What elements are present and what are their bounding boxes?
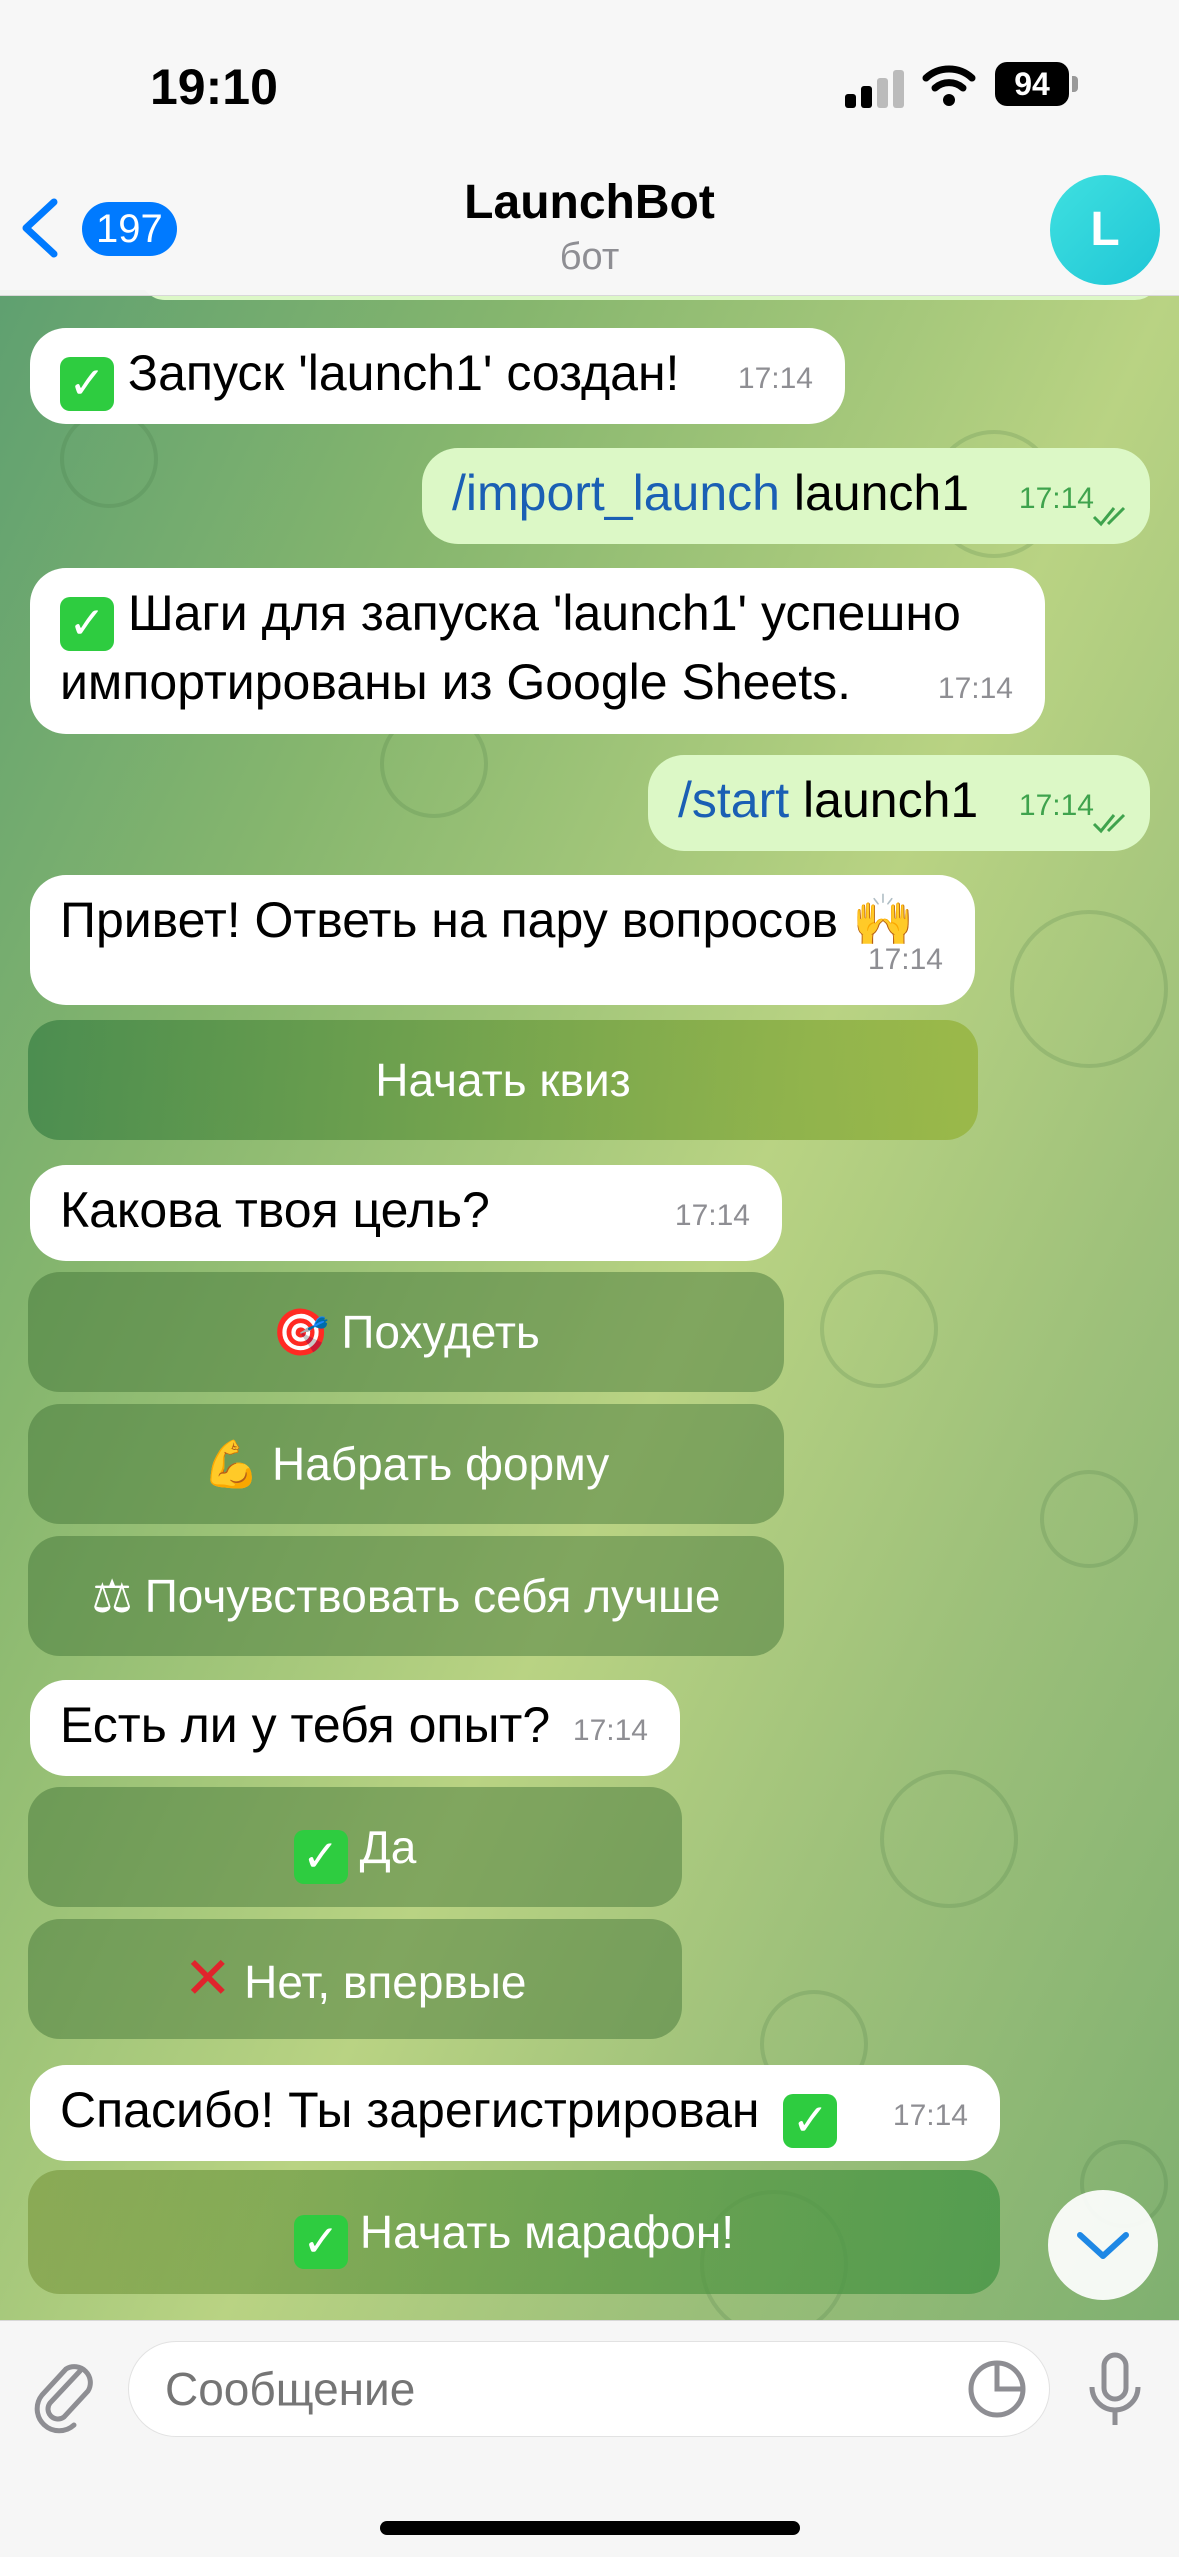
balance-scale-icon: ⚖ [91, 1570, 133, 1622]
status-time: 19:10 [150, 59, 278, 115]
experience-yes-button[interactable]: ✓ Да [28, 1787, 682, 1907]
message-input[interactable] [128, 2341, 1050, 2437]
cross-mark-icon: ✕ [183, 1946, 233, 2011]
goal-lose-weight-button[interactable]: 🎯 Похудеть [28, 1272, 784, 1392]
message-bubble: ✓ Шаги для запуска 'launch1' успешно имп… [30, 568, 1045, 734]
start-marathon-button[interactable]: ✓ Начать марафон! [28, 2170, 1000, 2294]
message-input-bar [0, 2320, 1179, 2557]
message-bubble: Есть ли у тебя опыт? 17:14 [30, 1680, 680, 1776]
check-mark-icon: ✓ [60, 597, 114, 651]
microphone-icon[interactable] [1080, 2349, 1150, 2433]
command-link[interactable]: /start [678, 772, 789, 828]
chat-title[interactable]: LaunchBot [0, 175, 1179, 230]
battery-indicator: 94 [995, 62, 1069, 106]
chat-background: ✓ Запуск 'launch1' создан! 17:14 /import… [0, 290, 1179, 2320]
wifi-icon [922, 65, 976, 106]
check-mark-icon: ✓ [60, 357, 114, 411]
message-bubble: Спасибо! Ты зарегистрирован ✓ 17:14 [30, 2065, 1000, 2161]
chat-subtitle: бот [559, 236, 620, 278]
scroll-to-bottom-button[interactable] [1048, 2190, 1158, 2300]
read-checkmarks-icon [1092, 506, 1126, 527]
check-mark-icon: ✓ [293, 1830, 348, 1884]
goal-feel-better-button[interactable]: ⚖ Почувствовать себя лучше [28, 1536, 784, 1656]
goal-get-fit-button[interactable]: 💪 Набрать форму [28, 1404, 784, 1524]
start-quiz-button[interactable]: Начать квиз [28, 1020, 978, 1140]
sticker-icon[interactable] [965, 2357, 1029, 2421]
navigation-header: 19:10 94 197 LaunchBot бот L [0, 0, 1179, 296]
outgoing-message-bubble: /start launch1 17:14 [648, 755, 1150, 851]
message-bubble: ✓ Запуск 'launch1' создан! 17:14 [30, 328, 845, 424]
chevron-down-icon [1077, 2232, 1129, 2259]
check-mark-icon: ✓ [783, 2094, 838, 2148]
target-icon: 🎯 [272, 1306, 330, 1358]
avatar[interactable]: L [1050, 175, 1160, 285]
paperclip-icon[interactable] [30, 2351, 100, 2435]
home-indicator [380, 2521, 800, 2535]
battery-tip [1072, 76, 1078, 92]
cellular-signal-icon [845, 68, 905, 108]
outgoing-message-bubble: /import_launch launch1 17:14 [422, 448, 1150, 544]
message-bubble: Привет! Ответь на пару вопросов 🙌 17:14 [30, 875, 975, 1005]
command-link[interactable]: /import_launch [452, 465, 780, 521]
check-mark-icon: ✓ [293, 2215, 348, 2269]
message-bubble: Какова твоя цель? 17:14 [30, 1165, 782, 1261]
read-checkmarks-icon [1092, 813, 1126, 834]
flexed-biceps-icon: 💪 [202, 1438, 260, 1490]
experience-no-button[interactable]: ✕ Нет, впервые [28, 1919, 682, 2039]
